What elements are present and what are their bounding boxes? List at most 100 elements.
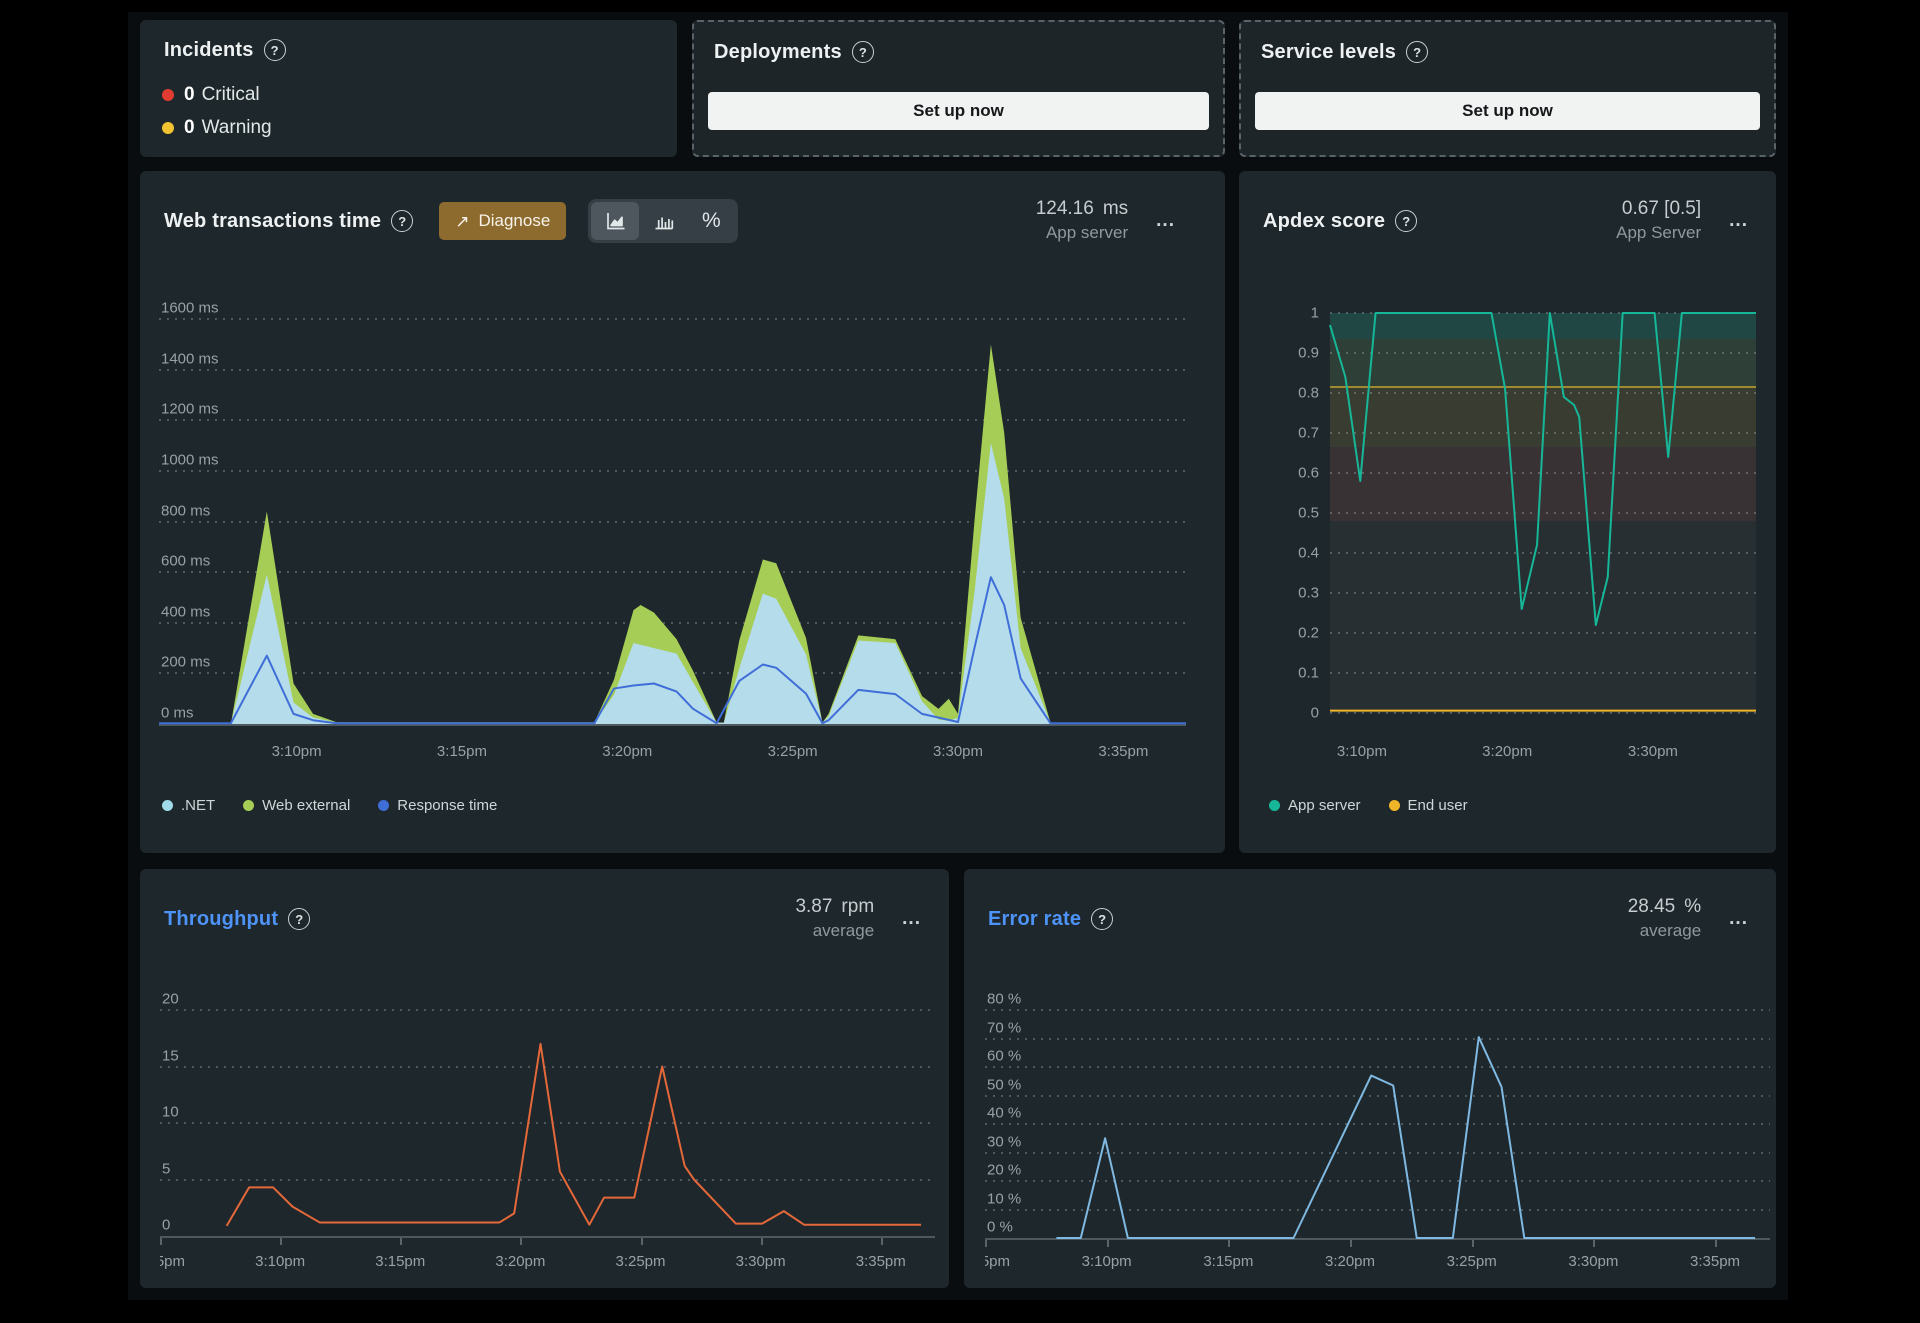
series-line bbox=[1056, 1037, 1755, 1238]
series-line bbox=[227, 1044, 921, 1226]
value-scope: average bbox=[1639, 921, 1702, 940]
x-tick-mark bbox=[760, 1238, 763, 1245]
service-levels-header: Service levels ? bbox=[1261, 30, 1746, 74]
critical-dot bbox=[162, 89, 174, 101]
percent-icon: % bbox=[701, 209, 721, 232]
x-tick-mark bbox=[880, 1238, 883, 1245]
error-rate-card: Error rate ? 28.45% average ... 0 % 10 % 2… bbox=[964, 869, 1776, 1288]
error-rate-title-link[interactable]: Error rate bbox=[988, 908, 1081, 931]
percent-toggle-button[interactable]: % bbox=[687, 202, 735, 240]
bar-chart-icon bbox=[651, 209, 676, 233]
ellipsis-menu-icon[interactable]: ... bbox=[1729, 909, 1748, 928]
x-tick-mark bbox=[1350, 1240, 1353, 1247]
y-tick-label: 1600 ms bbox=[161, 299, 219, 317]
apdex-yaxis: 0 0.1 0.2 0.3 0.4 0.5 0.6 0.7 0.8 0.9 1 bbox=[1247, 305, 1319, 722]
legend-item[interactable]: End user bbox=[1388, 796, 1468, 814]
value-number: 124.16 bbox=[1035, 198, 1094, 219]
apdex-header: Apdex score ? 0.67 [0.5] App Server ... bbox=[1263, 193, 1748, 249]
x-tick-mark bbox=[160, 1238, 162, 1245]
web-transactions-card: Web transactions time ? ↗ Diagnose % 124… bbox=[140, 171, 1225, 853]
x-tick-label: 3:10pm bbox=[1336, 743, 1387, 760]
incidents-header: Incidents ? bbox=[164, 28, 649, 72]
error-rate-value: 28.45% average bbox=[1628, 895, 1701, 943]
throughput-header: Throughput ? 3.87 rpm average ... bbox=[164, 891, 921, 947]
help-icon[interactable]: ? bbox=[1406, 41, 1429, 63]
web-transactions-plot[interactable]: 0 ms 200 ms 400 ms 600 ms 800 ms 1000 ms 1200 … bbox=[159, 299, 1186, 726]
apdex-title: Apdex score bbox=[1263, 209, 1386, 232]
apdex-value: 0.67 [0.5] App Server bbox=[1616, 197, 1701, 245]
legend-label: End user bbox=[1407, 796, 1468, 814]
area-chart-icon bbox=[603, 209, 628, 233]
ellipsis-menu-icon[interactable]: ... bbox=[902, 909, 921, 928]
x-tick-mark bbox=[520, 1238, 523, 1245]
diagnose-button[interactable]: ↗ Diagnose bbox=[439, 202, 567, 240]
y-tick-label: 0.5 bbox=[1298, 504, 1319, 522]
web-transactions-title: Web transactions time bbox=[164, 209, 382, 232]
x-tick-label: 3:10pm bbox=[255, 1253, 306, 1270]
x-tick-mark bbox=[985, 1240, 987, 1247]
x-tick-label: 3:20pm bbox=[602, 743, 653, 760]
ellipsis-menu-icon[interactable]: ... bbox=[1729, 211, 1748, 230]
legend-dot bbox=[243, 799, 255, 811]
error-rate-xaxis: 3:05pm 3:10pm 3:15pm 3:20pm 3:25pm 3:30pm 3:35… bbox=[985, 1249, 1770, 1277]
x-tick-label: 3:05pm bbox=[160, 1253, 186, 1270]
x-tick-label: 3:20pm bbox=[1482, 743, 1533, 760]
x-tick-label: 3:25pm bbox=[615, 1253, 666, 1270]
value-scope: App server bbox=[1045, 223, 1129, 242]
x-tick-mark bbox=[400, 1238, 403, 1245]
help-icon[interactable]: ? bbox=[851, 41, 874, 63]
error-rate-plot[interactable]: 0 % 10 % 20 % 30 % 40 % 50 % 60 % 70 % 80 % bbox=[985, 990, 1770, 1247]
x-tick-label: 3:15pm bbox=[436, 743, 487, 760]
legend-label: App server bbox=[1288, 796, 1361, 814]
legend-label: .NET bbox=[181, 796, 216, 814]
x-tick-label: 3:05pm bbox=[985, 1253, 1011, 1270]
y-tick-label: 0.2 bbox=[1298, 624, 1319, 642]
help-icon[interactable]: ? bbox=[1091, 908, 1114, 930]
value-number: 28.45 bbox=[1627, 896, 1676, 917]
y-tick-label: 0.8 bbox=[1298, 384, 1319, 402]
y-tick-label: 80 % bbox=[987, 990, 1022, 1008]
help-icon[interactable]: ? bbox=[263, 39, 286, 61]
legend-item[interactable]: Response time bbox=[378, 797, 497, 814]
help-icon[interactable]: ? bbox=[391, 210, 414, 232]
help-icon[interactable]: ? bbox=[288, 908, 311, 930]
value-scope: average bbox=[812, 921, 875, 940]
throughput-title-link[interactable]: Throughput bbox=[164, 908, 278, 931]
throughput-plot[interactable]: 0 5 10 15 20 bbox=[160, 990, 935, 1245]
service-levels-setup-button[interactable]: Set up now bbox=[1255, 92, 1760, 130]
apdex-legend: App server End user bbox=[1269, 793, 1468, 817]
series-area bbox=[159, 443, 1186, 724]
throughput-card: Throughput ? 3.87 rpm average ... 0 5 10 15 2… bbox=[140, 869, 949, 1288]
web-transactions-xaxis: 3:05pm3:10pm3:15pm3:20pm3:25pm3:30pm3:35… bbox=[159, 739, 1186, 767]
dashboard: Incidents ? 0 Critical 0 Warning Deploym… bbox=[0, 0, 1920, 1323]
x-tick-label: 3:25pm bbox=[1446, 1253, 1497, 1270]
value-number: 3.87 bbox=[795, 896, 833, 917]
y-tick-label: 1 bbox=[1310, 304, 1319, 322]
series-line bbox=[1330, 313, 1756, 625]
area-chart-toggle-button[interactable] bbox=[591, 202, 640, 240]
value-unit: ms bbox=[1102, 198, 1129, 219]
y-tick-label: 0.4 bbox=[1298, 544, 1319, 562]
help-icon[interactable]: ? bbox=[1395, 210, 1418, 232]
legend-item[interactable]: Web external bbox=[243, 797, 350, 814]
x-tick-label: 3:30pm bbox=[932, 743, 984, 760]
apdex-plot[interactable] bbox=[1330, 313, 1756, 713]
x-tick-mark bbox=[1228, 1240, 1231, 1247]
x-tick-label: 3:15pm bbox=[375, 1253, 426, 1270]
deployments-card: Deployments ? Set up now bbox=[692, 20, 1225, 157]
ellipsis-menu-icon[interactable]: ... bbox=[1156, 211, 1175, 230]
incident-critical-row: 0 Critical bbox=[162, 82, 260, 108]
x-tick-label: 3:30pm bbox=[735, 1253, 786, 1270]
x-tick-label: 3:30pm bbox=[1627, 743, 1678, 760]
web-transactions-legend: .NET Web external Response time bbox=[162, 793, 497, 817]
incident-warning-row: 0 Warning bbox=[162, 115, 272, 141]
x-tick-label: 3:15pm bbox=[1203, 1253, 1254, 1270]
value-unit: % bbox=[1684, 896, 1702, 917]
x-tick-label: 3:20pm bbox=[1324, 1253, 1376, 1270]
legend-item[interactable]: App server bbox=[1269, 797, 1361, 814]
deployments-setup-button[interactable]: Set up now bbox=[708, 92, 1209, 130]
bar-chart-toggle-button[interactable] bbox=[639, 202, 687, 240]
legend-item[interactable]: .NET bbox=[162, 797, 215, 814]
incidents-title: Incidents bbox=[164, 38, 254, 61]
x-tick-label: 3:35pm bbox=[855, 1253, 906, 1270]
